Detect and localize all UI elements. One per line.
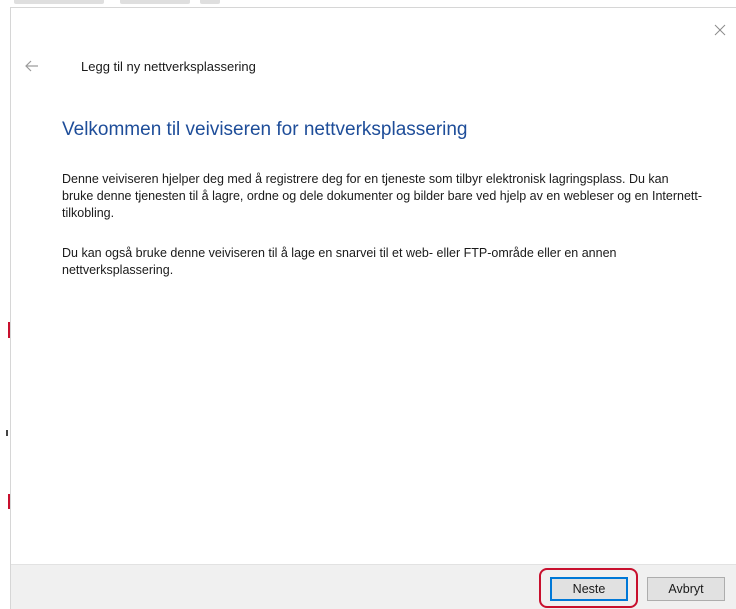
page-heading: Velkommen til veiviseren for nettverkspl… <box>62 119 468 140</box>
next-button[interactable]: Neste <box>550 577 628 601</box>
description-paragraph-2: Du kan også bruke denne veiviseren til å… <box>62 246 617 277</box>
back-button[interactable] <box>21 56 43 76</box>
background-tick <box>6 430 8 436</box>
wizard-title: Legg til ny nettverksplassering <box>81 59 256 74</box>
network-location-wizard-dialog: Legg til ny nettverksplassering Velkomme… <box>10 7 736 609</box>
cancel-button[interactable]: Avbryt <box>647 577 725 601</box>
back-arrow-icon <box>25 60 38 72</box>
close-icon <box>714 24 726 36</box>
command-bar: Neste Avbryt <box>11 564 736 609</box>
background-window-edge <box>0 0 9 609</box>
description-paragraph-1: Denne veiviseren hjelper deg med å regis… <box>62 172 703 220</box>
close-button[interactable] <box>708 18 732 42</box>
screen: Legg til ny nettverksplassering Velkomme… <box>0 0 736 609</box>
